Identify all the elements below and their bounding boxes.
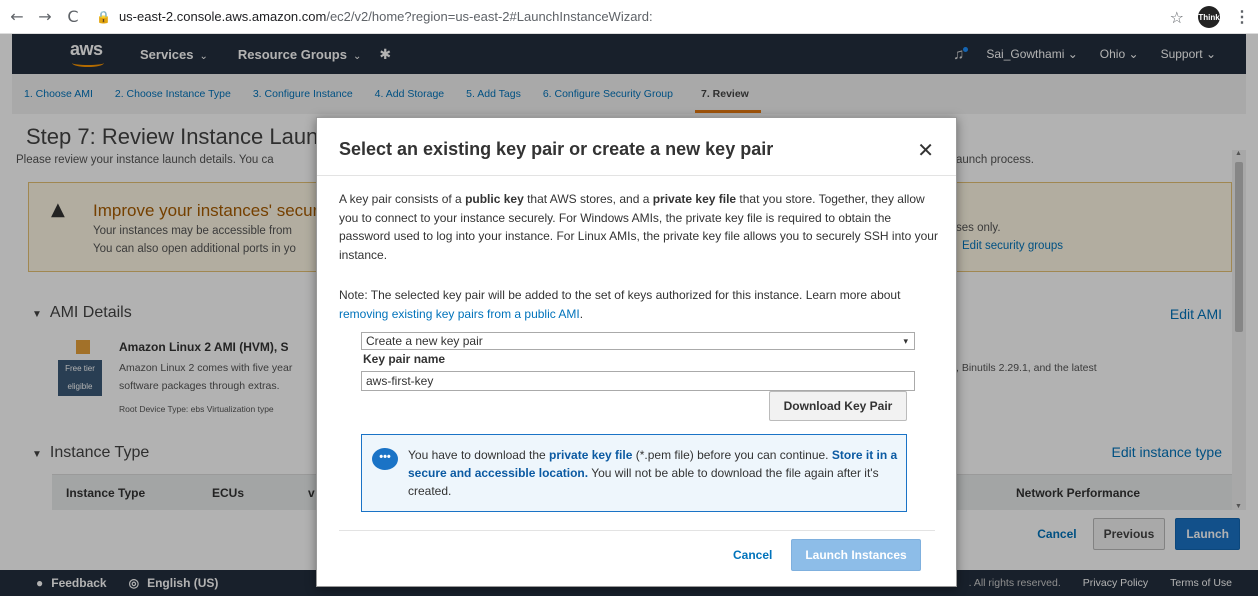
- key-pair-modal: Select an existing key pair or create a …: [316, 117, 957, 587]
- key-pair-name-label: Key pair name: [363, 352, 446, 366]
- key-pair-option-select[interactable]: Create a new key pair ▾: [361, 332, 915, 350]
- browser-toolbar: ← → C 🔒 us-east-2.console.aws.amazon.com…: [0, 0, 1258, 34]
- download-key-pair-button[interactable]: Download Key Pair: [769, 391, 907, 421]
- info-part-1: You have to download the: [408, 448, 550, 462]
- desc-bold-private-key-file: private key file: [652, 192, 737, 206]
- desc-bold-public-key: public key: [465, 192, 524, 206]
- info-bold-private-key: private key file: [549, 448, 633, 462]
- lock-icon: 🔒: [96, 9, 111, 24]
- desc-part-1: A key pair consists of a: [339, 192, 466, 206]
- note-text: Note: The selected key pair will be adde…: [339, 288, 901, 302]
- remove-key-pairs-link[interactable]: removing existing key pairs from a publi…: [339, 307, 580, 321]
- desc-part-2: that AWS stores, and a: [523, 192, 653, 206]
- back-icon[interactable]: ←: [6, 6, 28, 28]
- address-bar[interactable]: 🔒 us-east-2.console.aws.amazon.com/ec2/v…: [96, 9, 653, 24]
- download-info-box: ••• You have to download the private key…: [361, 434, 907, 512]
- reload-icon[interactable]: C: [62, 6, 84, 28]
- select-value: Create a new key pair: [366, 334, 483, 348]
- launch-instances-button[interactable]: Launch Instances: [791, 539, 921, 571]
- chat-info-icon: •••: [372, 448, 398, 470]
- key-pair-name-input[interactable]: aws-first-key: [361, 371, 915, 391]
- forward-icon[interactable]: →: [34, 6, 56, 28]
- modal-description: A key pair consists of a public key that…: [339, 190, 939, 264]
- dropdown-arrow-icon: ▾: [903, 336, 908, 346]
- url-path: /ec2/v2/home?region=us-east-2#LaunchInst…: [326, 9, 653, 24]
- modal-note: Note: The selected key pair will be adde…: [339, 286, 939, 323]
- modal-header-divider: [317, 175, 956, 176]
- info-part-2: (*.pem file) before you can continue.: [632, 448, 832, 462]
- info-text: You have to download the private key fil…: [408, 446, 904, 500]
- url-domain: us-east-2.console.aws.amazon.com: [118, 9, 327, 24]
- modal-footer-divider: [339, 530, 935, 531]
- note-end: .: [579, 306, 584, 321]
- browser-menu-icon[interactable]: ⋮: [1234, 7, 1250, 27]
- profile-avatar[interactable]: Think: [1198, 6, 1220, 28]
- modal-cancel-button[interactable]: Cancel: [733, 548, 772, 562]
- close-icon[interactable]: ✕: [917, 138, 934, 162]
- bookmark-star-icon[interactable]: ☆: [1170, 8, 1184, 27]
- modal-title: Select an existing key pair or create a …: [339, 139, 774, 159]
